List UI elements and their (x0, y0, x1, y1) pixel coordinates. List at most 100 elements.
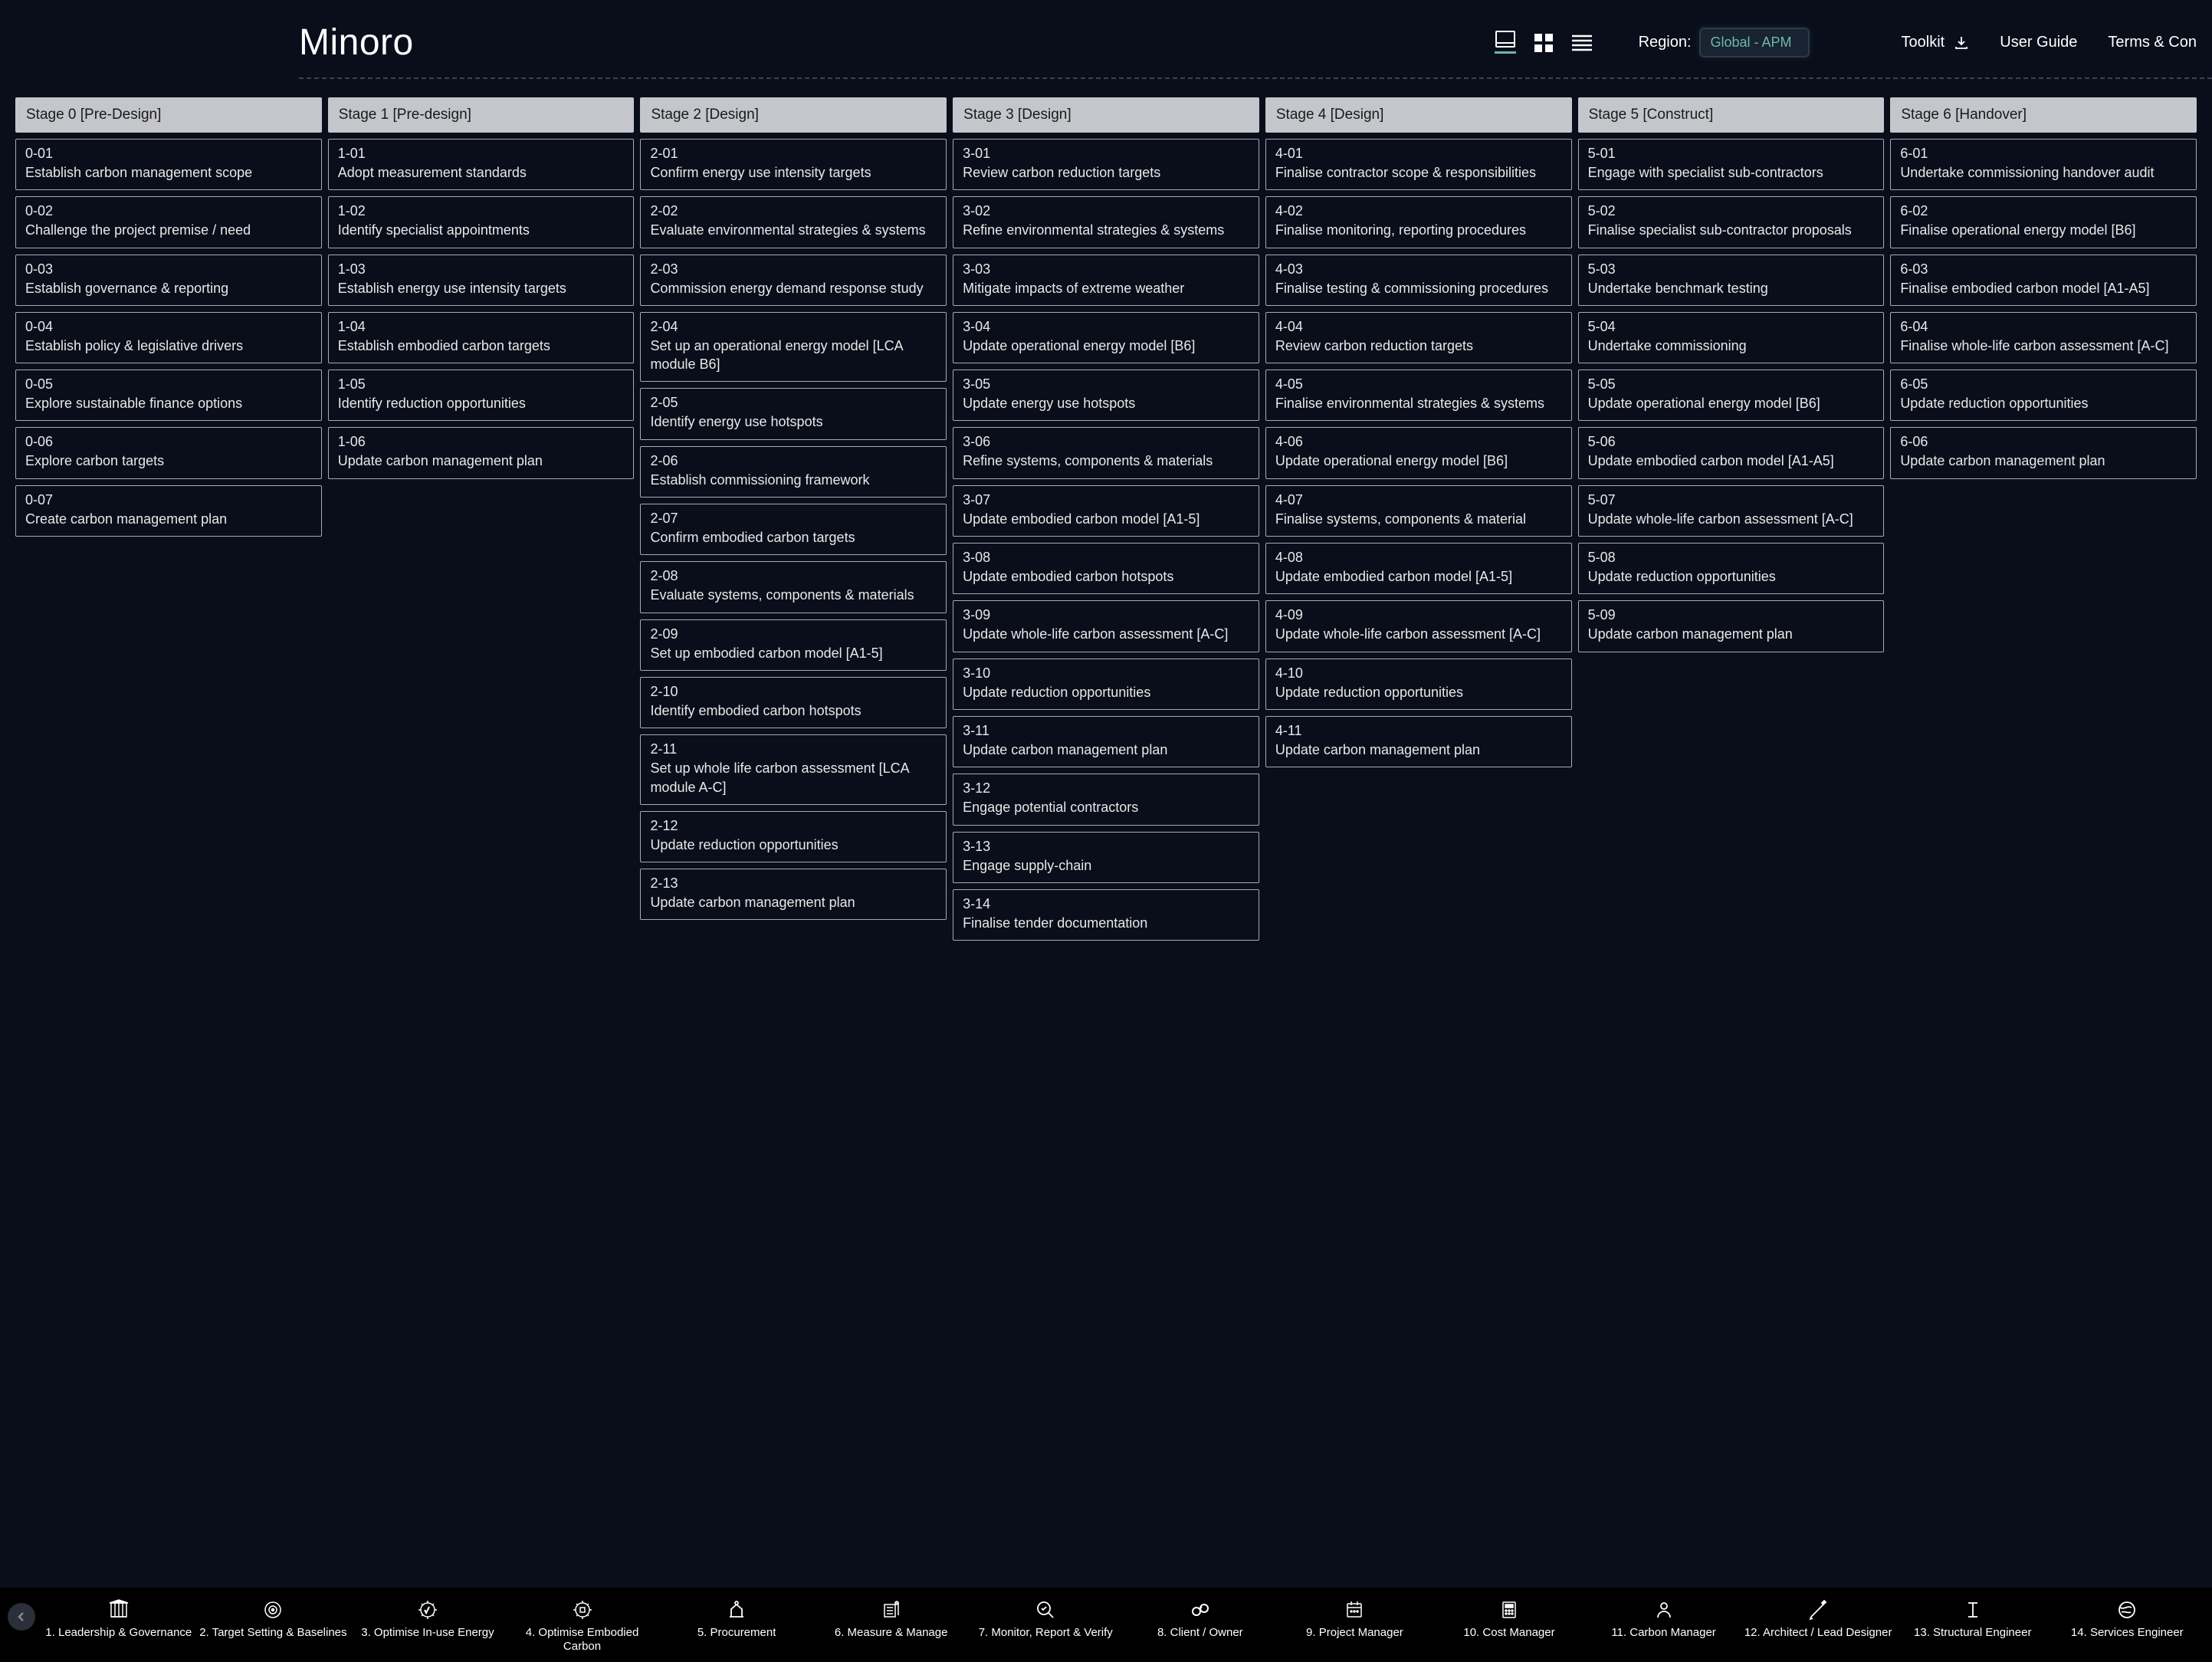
task-card[interactable]: 2-09Set up embodied carbon model [A1-5] (640, 619, 947, 671)
footer-category[interactable]: 7. Monitor, Report & Verify (968, 1598, 1123, 1655)
download-icon[interactable] (1954, 35, 1969, 51)
task-card[interactable]: 1-02Identify specialist appointments (328, 196, 635, 248)
task-card[interactable]: 4-07Finalise systems, components & mater… (1265, 485, 1572, 537)
task-card[interactable]: 6-03Finalise embodied carbon model [A1-A… (1890, 255, 2197, 306)
task-card[interactable]: 1-04Establish embodied carbon targets (328, 312, 635, 363)
task-card[interactable]: 4-08Update embodied carbon model [A1-5] (1265, 543, 1572, 594)
task-card[interactable]: 0-03Establish governance & reporting (15, 255, 322, 306)
task-card[interactable]: 2-04Set up an operational energy model [… (640, 312, 947, 383)
back-button[interactable] (8, 1603, 35, 1631)
task-card[interactable]: 0-05Explore sustainable finance options (15, 370, 322, 421)
task-card[interactable]: 0-02Challenge the project premise / need (15, 196, 322, 248)
task-card[interactable]: 3-09Update whole-life carbon assessment … (953, 600, 1259, 652)
task-card[interactable]: 5-04Undertake commissioning (1578, 312, 1885, 363)
task-card[interactable]: 5-06Update embodied carbon model [A1-A5] (1578, 427, 1885, 478)
footer-category[interactable]: 3. Optimise In-use Energy (350, 1598, 505, 1655)
task-card[interactable]: 5-02Finalise specialist sub-contractor p… (1578, 196, 1885, 248)
task-card[interactable]: 5-07Update whole-life carbon assessment … (1578, 485, 1885, 537)
task-card[interactable]: 6-05Update reduction opportunities (1890, 370, 2197, 421)
task-card[interactable]: 3-12Engage potential contractors (953, 774, 1259, 825)
task-card[interactable]: 2-13Update carbon management plan (640, 869, 947, 920)
task-card[interactable]: 3-05Update energy use hotspots (953, 370, 1259, 421)
task-code: 4-08 (1275, 550, 1562, 566)
task-card[interactable]: 3-02Refine environmental strategies & sy… (953, 196, 1259, 248)
task-code: 3-03 (963, 261, 1249, 278)
task-card[interactable]: 3-04Update operational energy model [B6] (953, 312, 1259, 363)
footer-category[interactable]: 10. Cost Manager (1432, 1598, 1587, 1655)
task-card[interactable]: 3-13Engage supply-chain (953, 832, 1259, 883)
task-card[interactable]: 4-09Update whole-life carbon assessment … (1265, 600, 1572, 652)
category-label: 3. Optimise In-use Energy (361, 1626, 494, 1641)
footer-category[interactable]: 14. Services Engineer (2050, 1598, 2205, 1655)
nav-toolkit[interactable]: Toolkit (1902, 34, 1945, 51)
footer-category[interactable]: 9. Project Manager (1278, 1598, 1433, 1655)
task-card[interactable]: 1-06Update carbon management plan (328, 427, 635, 478)
task-card[interactable]: 2-05Identify energy use hotspots (640, 388, 947, 439)
task-card[interactable]: 5-03Undertake benchmark testing (1578, 255, 1885, 306)
task-card[interactable]: 3-11Update carbon management plan (953, 716, 1259, 767)
task-card[interactable]: 4-01Finalise contractor scope & responsi… (1265, 139, 1572, 190)
footer-category[interactable]: 13. Structural Engineer (1895, 1598, 2050, 1655)
task-card[interactable]: 4-11Update carbon management plan (1265, 716, 1572, 767)
footer-category[interactable]: 5. Procurement (659, 1598, 814, 1655)
task-card[interactable]: 2-10Identify embodied carbon hotspots (640, 677, 947, 728)
footer-category[interactable]: 11. Carbon Manager (1587, 1598, 1741, 1655)
task-card[interactable]: 4-04Review carbon reduction targets (1265, 312, 1572, 363)
task-card[interactable]: 2-07Confirm embodied carbon targets (640, 504, 947, 555)
footer-category[interactable]: 12. Architect / Lead Designer (1741, 1598, 1895, 1655)
region-dropdown[interactable]: Global - APM (1699, 28, 1810, 57)
task-card[interactable]: 0-06Explore carbon targets (15, 427, 322, 478)
nav-terms[interactable]: Terms & Con (2108, 34, 2197, 51)
task-card[interactable]: 3-06Refine systems, components & materia… (953, 427, 1259, 478)
task-card[interactable]: 2-01Confirm energy use intensity targets (640, 139, 947, 190)
task-code: 4-09 (1275, 607, 1562, 623)
footer-category[interactable]: 8. Client / Owner (1123, 1598, 1278, 1655)
task-card[interactable]: 4-05Finalise environmental strategies & … (1265, 370, 1572, 421)
task-card[interactable]: 1-03Establish energy use intensity targe… (328, 255, 635, 306)
task-card[interactable]: 4-02Finalise monitoring, reporting proce… (1265, 196, 1572, 248)
task-card[interactable]: 6-02Finalise operational energy model [B… (1890, 196, 2197, 248)
task-card[interactable]: 5-09Update carbon management plan (1578, 600, 1885, 652)
task-title: Update carbon management plan (1900, 452, 2187, 470)
view-list-icon[interactable] (1571, 32, 1593, 54)
task-card[interactable]: 2-02Evaluate environmental strategies & … (640, 196, 947, 248)
task-card[interactable]: 5-08Update reduction opportunities (1578, 543, 1885, 594)
task-card[interactable]: 4-06Update operational energy model [B6] (1265, 427, 1572, 478)
footer-category[interactable]: 1. Leadership & Governance (41, 1598, 196, 1655)
task-card[interactable]: 2-08Evaluate systems, components & mater… (640, 561, 947, 613)
task-code: 2-06 (650, 453, 937, 469)
task-title: Evaluate environmental strategies & syst… (650, 221, 937, 239)
view-panel-icon[interactable] (1495, 32, 1516, 54)
task-card[interactable]: 4-03Finalise testing & commissioning pro… (1265, 255, 1572, 306)
task-title: Engage potential contractors (963, 798, 1249, 816)
task-card[interactable]: 4-10Update reduction opportunities (1265, 659, 1572, 710)
task-card[interactable]: 1-05Identify reduction opportunities (328, 370, 635, 421)
task-card[interactable]: 2-03Commission energy demand response st… (640, 255, 947, 306)
task-card[interactable]: 5-05Update operational energy model [B6] (1578, 370, 1885, 421)
task-title: Update reduction opportunities (963, 683, 1249, 701)
task-card[interactable]: 6-04Finalise whole-life carbon assessmen… (1890, 312, 2197, 363)
task-card[interactable]: 0-07Create carbon management plan (15, 485, 322, 537)
task-card[interactable]: 3-10Update reduction opportunities (953, 659, 1259, 710)
task-card[interactable]: 2-11Set up whole life carbon assessment … (640, 734, 947, 805)
footer-category[interactable]: 6. Measure & Manage (814, 1598, 969, 1655)
task-card[interactable]: 0-01Establish carbon management scope (15, 139, 322, 190)
task-card[interactable]: 3-14Finalise tender documentation (953, 889, 1259, 941)
task-card[interactable]: 3-07Update embodied carbon model [A1-5] (953, 485, 1259, 537)
task-card[interactable]: 3-03Mitigate impacts of extreme weather (953, 255, 1259, 306)
task-card[interactable]: 1-01Adopt measurement standards (328, 139, 635, 190)
stage-board: Stage 0 [Pre-Design]0-01Establish carbon… (0, 79, 2212, 941)
task-card[interactable]: 2-12Update reduction opportunities (640, 811, 947, 862)
task-card[interactable]: 6-06Update carbon management plan (1890, 427, 2197, 478)
task-title: Establish carbon management scope (25, 163, 312, 182)
task-card[interactable]: 0-04Establish policy & legislative drive… (15, 312, 322, 363)
footer-category[interactable]: 4. Optimise Embodied Carbon (505, 1598, 660, 1655)
task-card[interactable]: 5-01Engage with specialist sub-contracto… (1578, 139, 1885, 190)
task-card[interactable]: 2-06Establish commissioning framework (640, 446, 947, 498)
task-card[interactable]: 3-08Update embodied carbon hotspots (953, 543, 1259, 594)
task-card[interactable]: 3-01Review carbon reduction targets (953, 139, 1259, 190)
view-grid-icon[interactable] (1533, 32, 1554, 54)
task-card[interactable]: 6-01Undertake commissioning handover aud… (1890, 139, 2197, 190)
footer-category[interactable]: 2. Target Setting & Baselines (196, 1598, 351, 1655)
nav-user-guide[interactable]: User Guide (2000, 34, 2077, 51)
